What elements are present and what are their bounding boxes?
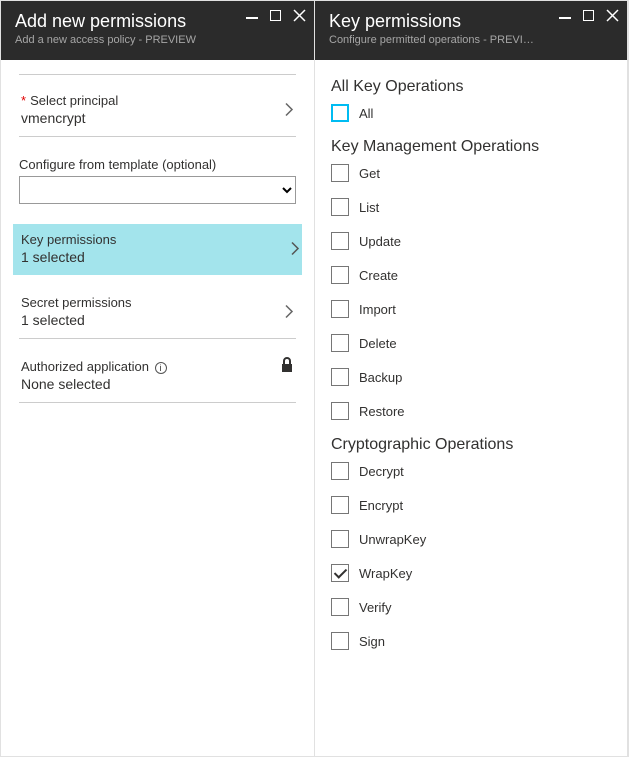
checkbox-label: WrapKey — [359, 566, 412, 581]
chevron-right-icon — [284, 101, 294, 120]
checkbox-wrapkey[interactable]: WrapKey — [331, 564, 611, 582]
right-window-controls — [559, 9, 619, 22]
checkbox-label: Decrypt — [359, 464, 404, 479]
maximize-icon[interactable] — [270, 10, 281, 21]
left-panel-header: Add new permissions Add a new access pol… — [1, 1, 314, 60]
checkbox-label: All — [359, 106, 373, 121]
checkbox-verify[interactable]: Verify — [331, 598, 611, 616]
select-principal-label: * Select principal — [21, 93, 294, 108]
principal-label-text: Select principal — [30, 93, 118, 108]
template-label: Configure from template (optional) — [19, 157, 296, 172]
checkbox-icon — [331, 598, 349, 616]
chevron-right-icon — [284, 303, 294, 322]
key-permissions-value: 1 selected — [21, 249, 294, 265]
checkbox-label: Sign — [359, 634, 385, 649]
checkbox-icon — [331, 564, 349, 582]
checkbox-update[interactable]: Update — [331, 232, 611, 250]
authorized-application-label: Authorized application i — [21, 359, 294, 374]
lock-icon — [280, 357, 294, 376]
right-panel-header: Key permissions Configure permitted oper… — [315, 1, 627, 60]
checkbox-label: Create — [359, 268, 398, 283]
checkbox-list[interactable]: List — [331, 198, 611, 216]
checkbox-label: Delete — [359, 336, 397, 351]
checkbox-backup[interactable]: Backup — [331, 368, 611, 386]
checkbox-label: List — [359, 200, 379, 215]
key-permissions-label: Key permissions — [21, 232, 294, 247]
right-panel-subtitle: Configure permitted operations - PREVI… — [329, 34, 613, 46]
authorized-application-value: None selected — [21, 376, 294, 392]
left-window-controls — [246, 9, 306, 22]
maximize-icon[interactable] — [583, 10, 594, 21]
checkbox-decrypt[interactable]: Decrypt — [331, 462, 611, 480]
checkbox-import[interactable]: Import — [331, 300, 611, 318]
section-heading-crypto: Cryptographic Operations — [331, 436, 611, 454]
checkbox-icon — [331, 232, 349, 250]
checkbox-icon — [331, 632, 349, 650]
template-select[interactable] — [19, 176, 296, 204]
divider — [19, 74, 296, 75]
required-star-icon: * — [21, 93, 26, 108]
secret-permissions-value: 1 selected — [21, 312, 294, 328]
checkbox-label: Backup — [359, 370, 402, 385]
add-permissions-panel: Add new permissions Add a new access pol… — [1, 1, 315, 756]
checkbox-label: Get — [359, 166, 380, 181]
checkbox-icon — [331, 462, 349, 480]
checkbox-label: Restore — [359, 404, 405, 419]
checkbox-create[interactable]: Create — [331, 266, 611, 284]
checkbox-get[interactable]: Get — [331, 164, 611, 182]
checkbox-icon — [331, 164, 349, 182]
section-heading-all: All Key Operations — [331, 78, 611, 96]
key-permissions-row[interactable]: Key permissions 1 selected — [13, 224, 302, 275]
auth-app-label-text: Authorized application — [21, 359, 149, 374]
checkbox-label: Encrypt — [359, 498, 403, 513]
checkbox-unwrapkey[interactable]: UnwrapKey — [331, 530, 611, 548]
checkbox-icon — [331, 334, 349, 352]
select-principal-row[interactable]: * Select principal vmencrypt — [19, 85, 296, 137]
info-icon[interactable]: i — [155, 362, 167, 374]
key-permissions-panel: Key permissions Configure permitted oper… — [315, 1, 628, 756]
checkbox-icon — [331, 300, 349, 318]
checkbox-delete[interactable]: Delete — [331, 334, 611, 352]
checkbox-icon — [331, 530, 349, 548]
minimize-icon[interactable] — [246, 10, 258, 22]
checkbox-icon — [331, 104, 349, 122]
authorized-application-row[interactable]: Authorized application i None selected — [19, 351, 296, 403]
checkbox-icon — [331, 368, 349, 386]
checkbox-label: UnwrapKey — [359, 532, 426, 547]
left-panel-body: * Select principal vmencrypt Configure fr… — [1, 60, 314, 756]
secret-permissions-row[interactable]: Secret permissions 1 selected — [19, 287, 296, 339]
checkbox-label: Import — [359, 302, 396, 317]
section-heading-mgmt: Key Management Operations — [331, 138, 611, 156]
checkbox-icon — [331, 402, 349, 420]
checkbox-encrypt[interactable]: Encrypt — [331, 496, 611, 514]
principal-value: vmencrypt — [21, 110, 294, 126]
checkbox-sign[interactable]: Sign — [331, 632, 611, 650]
checkbox-icon — [331, 198, 349, 216]
secret-permissions-label: Secret permissions — [21, 295, 294, 310]
checkbox-label: Verify — [359, 600, 392, 615]
checkbox-restore[interactable]: Restore — [331, 402, 611, 420]
minimize-icon[interactable] — [559, 10, 571, 22]
checkbox-label: Update — [359, 234, 401, 249]
chevron-right-icon — [290, 240, 300, 259]
close-icon[interactable] — [293, 9, 306, 22]
checkbox-icon — [331, 496, 349, 514]
checkbox-all[interactable]: All — [331, 104, 611, 122]
checkbox-icon — [331, 266, 349, 284]
close-icon[interactable] — [606, 9, 619, 22]
left-panel-subtitle: Add a new access policy - PREVIEW — [15, 34, 300, 46]
right-panel-body: All Key Operations All Key Management Op… — [315, 60, 627, 756]
